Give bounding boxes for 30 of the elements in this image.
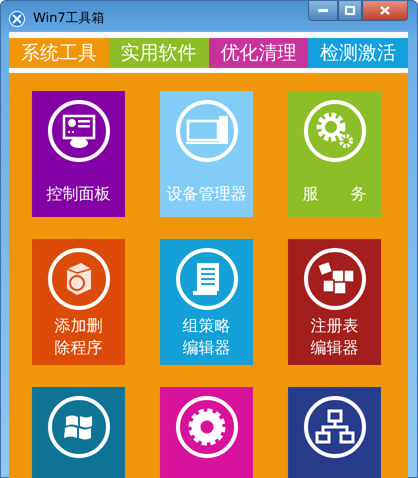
gear-icon — [174, 395, 238, 459]
tool-tile[interactable]: 设备管理器 — [160, 91, 253, 217]
minimize-icon — [318, 8, 328, 12]
network-icon — [302, 395, 366, 459]
windows-logo-icon — [46, 395, 110, 459]
window-title: Win7工具箱 — [33, 10, 105, 28]
gears-icon — [302, 99, 366, 163]
close-icon — [380, 6, 390, 15]
scroll-icon — [174, 247, 238, 311]
tools-icon — [9, 10, 25, 27]
tool-tile[interactable]: 服 务 — [288, 91, 381, 217]
box-icon — [46, 247, 110, 311]
tool-tile[interactable]: 组策略 编辑器 — [160, 239, 253, 365]
tool-tile[interactable]: 控制面板 — [32, 91, 125, 217]
tool-tile[interactable] — [288, 387, 381, 478]
close-button[interactable] — [362, 1, 408, 21]
category-tab[interactable]: 实用软件 — [108, 38, 208, 68]
tool-tile[interactable] — [32, 387, 125, 478]
cubes-icon — [302, 247, 366, 311]
tool-tile[interactable]: 注册表 编辑器 — [288, 239, 381, 365]
maximize-icon — [345, 6, 355, 15]
maximize-button[interactable] — [338, 1, 362, 21]
category-tab[interactable]: 检测激活 — [308, 38, 408, 68]
category-tab[interactable]: 优化清理 — [208, 38, 308, 68]
tool-tile[interactable]: 添加删 除程序 — [32, 239, 125, 365]
monitor-icon — [46, 99, 110, 163]
minimize-button[interactable] — [308, 1, 338, 21]
category-tab[interactable]: 系统工具 — [9, 38, 109, 68]
computer-icon — [174, 99, 238, 163]
tool-tile[interactable] — [160, 387, 253, 478]
